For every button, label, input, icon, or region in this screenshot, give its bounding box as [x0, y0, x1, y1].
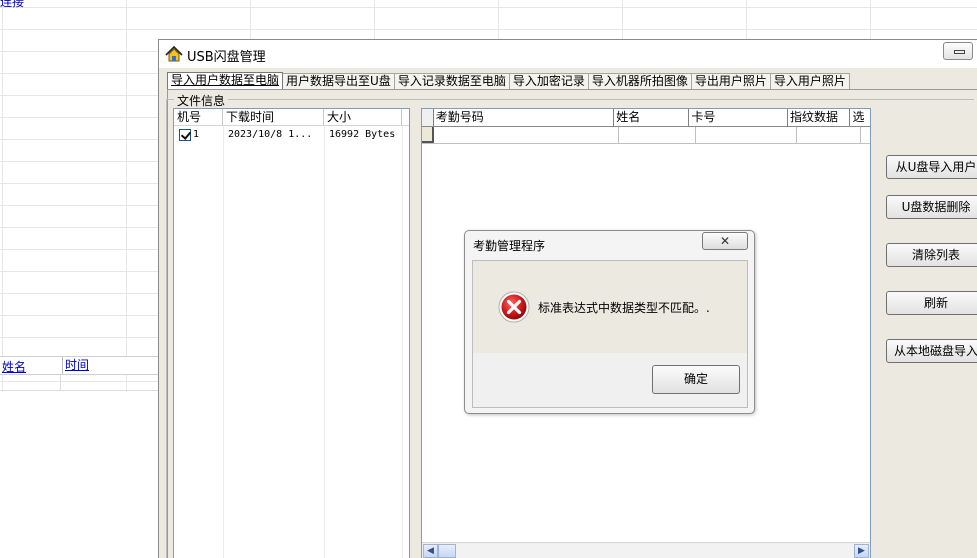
- ok-button[interactable]: 确定: [652, 365, 740, 394]
- col-fingerprint-data[interactable]: 指纹数据: [788, 109, 851, 126]
- tab-export-user-photos[interactable]: 导出用户照片: [691, 73, 771, 90]
- minimize-icon: [954, 50, 965, 54]
- window-titlebar[interactable]: USB闪盘管理: [159, 40, 977, 68]
- tab-import-records[interactable]: 导入记录数据至电脑: [394, 73, 510, 90]
- background-top-link[interactable]: 连接: [0, 0, 24, 10]
- background-row: [0, 375, 158, 391]
- tab-export-user-data[interactable]: 用户数据导出至U盘: [283, 73, 395, 90]
- tab-import-user-photos[interactable]: 导入用户照片: [770, 73, 850, 90]
- col-attendance-number[interactable]: 考勤号码: [434, 109, 615, 126]
- error-dialog: 考勤管理程序 ✕ 标准表达式中数据类型不匹配。. 确定: [464, 230, 755, 414]
- scroll-right-icon[interactable]: ▶: [854, 544, 869, 558]
- refresh-button[interactable]: 刷新: [886, 291, 977, 315]
- dialog-body: 标准表达式中数据类型不匹配。. 确定: [472, 260, 748, 408]
- dialog-message: 标准表达式中数据类型不匹配。.: [538, 301, 710, 315]
- col-name[interactable]: 姓名: [614, 109, 690, 126]
- col-machine-id[interactable]: 机号: [174, 109, 223, 125]
- file-list[interactable]: 机号 下载时间 大小 1 2023/10/8 1... 16992 Bytes: [173, 108, 410, 558]
- col-card-number[interactable]: 卡号: [689, 109, 788, 126]
- cell-download-time: 2023/10/8 1...: [228, 129, 313, 140]
- clear-list-button[interactable]: 清除列表: [886, 243, 977, 267]
- table-row[interactable]: [422, 127, 870, 144]
- close-icon[interactable]: ✕: [702, 232, 748, 250]
- group-title: 文件信息: [174, 92, 229, 109]
- scroll-left-icon[interactable]: ◀: [423, 544, 438, 558]
- error-icon: [498, 291, 530, 323]
- background-col-name[interactable]: 姓名: [2, 358, 26, 375]
- grid-header: 考勤号码 姓名 卡号 指纹数据 选: [422, 109, 870, 127]
- tab-import-machine-images[interactable]: 导入机器所拍图像: [588, 73, 692, 90]
- background-blank: [0, 392, 158, 558]
- col-download-time[interactable]: 下载时间: [223, 109, 324, 125]
- horizontal-scrollbar[interactable]: ◀ ▶: [422, 542, 870, 558]
- col-size[interactable]: 大小: [324, 109, 402, 125]
- minimize-button[interactable]: [943, 42, 973, 60]
- list-item[interactable]: 1 2023/10/8 1... 16992 Bytes: [174, 126, 409, 144]
- import-from-usb-button[interactable]: 从U盘导入用户: [886, 155, 977, 179]
- tab-import-user-data[interactable]: 导入用户数据至电脑: [167, 72, 284, 90]
- tab-strip: 导入用户数据至电脑 用户数据导出至U盘 导入记录数据至电脑 导入加密记录 导入机…: [167, 72, 850, 90]
- row-indicator: [422, 127, 434, 143]
- row-checkbox[interactable]: [179, 129, 191, 141]
- dialog-message-area: 标准表达式中数据类型不匹配。.: [473, 261, 747, 353]
- col-select[interactable]: 选: [850, 109, 870, 126]
- scroll-thumb[interactable]: [438, 544, 456, 558]
- import-from-local-disk-button[interactable]: 从本地磁盘导入: [886, 339, 977, 363]
- dialog-title: 考勤管理程序: [473, 239, 546, 253]
- delete-usb-data-button[interactable]: U盘数据删除: [886, 195, 977, 219]
- cell-size: 16992 Bytes: [329, 129, 396, 140]
- background-col-time[interactable]: 时间: [62, 357, 89, 374]
- grid-corner: [422, 109, 434, 126]
- app-icon: [165, 46, 183, 62]
- background-column-header: 姓名 时间: [0, 356, 158, 375]
- window-title: USB闪盘管理: [187, 50, 266, 65]
- tab-import-encrypted-records[interactable]: 导入加密记录: [509, 73, 589, 90]
- file-list-header: 机号 下载时间 大小: [174, 109, 409, 126]
